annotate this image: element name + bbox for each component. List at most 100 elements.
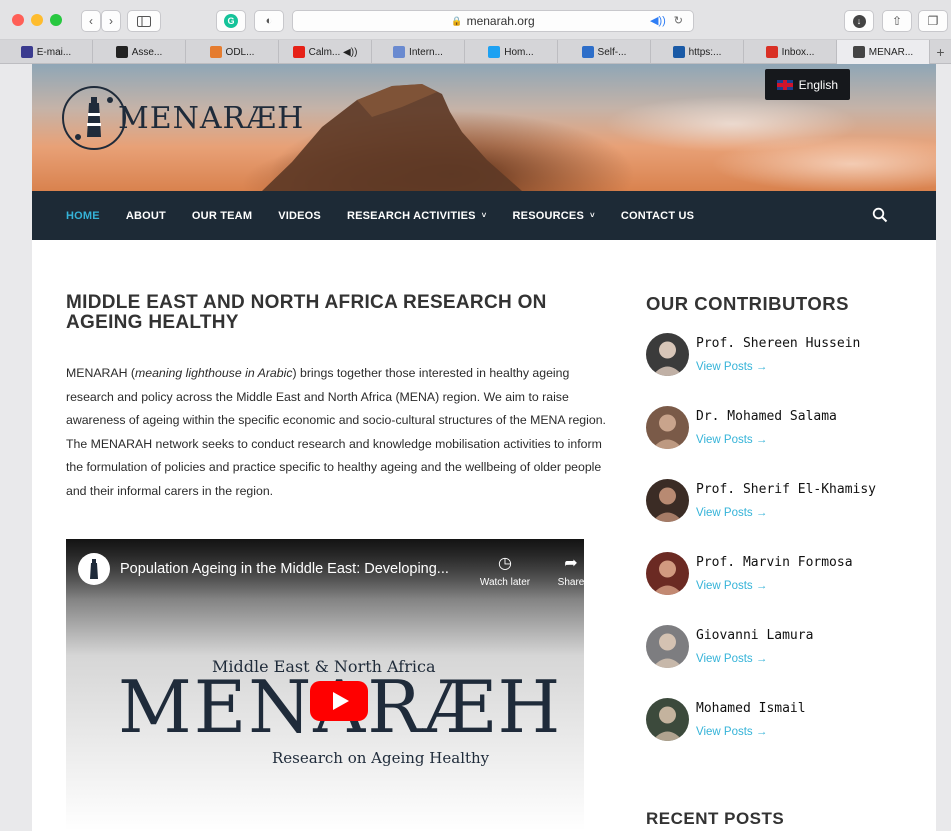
contributor-item: Prof. Shereen Hussein View Posts → [646,333,916,381]
audio-playing-icon[interactable]: ◀)) [650,14,666,27]
un-icon [672,46,685,58]
browser-tab[interactable]: Inbox... [744,40,837,64]
contributor-name[interactable]: Mohamed Ismail [696,701,806,716]
contributor-name[interactable]: Prof. Sherif El-Khamisy [696,482,876,497]
nav-item-about[interactable]: ABOUT [126,210,166,222]
browser-tab[interactable]: ODL... [186,40,279,64]
browser-tab[interactable]: Self-... [558,40,651,64]
browser-tab[interactable]: Asse... [93,40,186,64]
contributor-name[interactable]: Prof. Marvin Formosa [696,555,853,570]
close-window-button[interactable] [12,14,24,26]
nav-item-contact-us[interactable]: CONTACT US [621,210,694,222]
search-icon[interactable] [872,207,888,223]
sidebar-toggle-button[interactable] [127,10,161,32]
nav-item-label: RESOURCES [512,209,585,222]
nav-item-videos[interactable]: VIDEOS [278,210,321,222]
browser-tab[interactable]: MENAR... [837,40,930,64]
share-button[interactable]: ⇧ [882,10,912,32]
browser-tab[interactable]: E-mai... [0,40,93,64]
tabs-icon: ❐ [927,14,939,28]
nav-item-research-activities[interactable]: RESEARCH ACTIVITIES ˅ [347,210,487,222]
view-posts-link[interactable]: View Posts → [696,361,767,373]
browser-tab[interactable]: https:... [651,40,744,64]
contributors-title: OUR CONTRIBUTORS [646,293,849,314]
view-posts-link[interactable]: View Posts → [696,653,767,665]
watch-later-label: Watch later [479,577,531,588]
browser-tab[interactable]: Intern... [372,40,465,64]
tab-label: Self-... [597,46,627,58]
avatar[interactable] [646,333,689,376]
nav-item-label: VIDEOS [278,209,321,222]
downloads-button[interactable]: ↓ [844,10,874,32]
channel-avatar[interactable] [78,553,110,585]
view-posts-link[interactable]: View Posts → [696,726,767,738]
o-icon [209,46,222,58]
minimize-window-button[interactable] [31,14,43,26]
youtube-embed[interactable]: Population Ageing in the Middle East: De… [66,539,584,831]
address-bar[interactable]: 🔒 menarah.org ◀)) ↻ [292,10,694,32]
intro-paragraph: MENARAH (meaning lighthouse in Arabic) b… [66,362,616,503]
tab-label: ODL... [225,46,255,58]
language-label: English [798,77,838,92]
shield-icon: ◐ [265,15,273,27]
youtube-icon [292,46,305,58]
chevron-down-icon: ˅ [590,211,595,220]
grammarly-icon: G [224,14,238,28]
twitter-icon [488,46,501,58]
privacy-shield-button[interactable]: ◐ [254,10,284,32]
clock-icon: ◷ [498,555,512,572]
nav-item-label: RESEARCH ACTIVITIES [346,209,476,222]
play-button[interactable] [310,681,368,721]
lighthouse-icon [852,46,865,58]
view-posts-link[interactable]: View Posts → [696,434,767,446]
gmail-icon [765,46,778,58]
chevron-left-icon: ‹ [89,14,93,28]
avatar[interactable] [646,698,689,741]
chevron-right-icon: › [109,14,113,28]
contributor-name[interactable]: Prof. Shereen Hussein [696,336,860,351]
tab-label: MENAR... [868,46,914,58]
nav-item-our-team[interactable]: OUR TEAM [192,210,252,222]
tab-label: Inbox... [781,46,815,58]
nav-item-home[interactable]: HOME [66,210,100,222]
avatar[interactable] [646,625,689,668]
reload-icon[interactable]: ↻ [674,14,683,27]
avatar[interactable] [646,406,689,449]
uk-flag-icon [776,79,793,90]
tab-label: Calm... ◀)) [308,46,358,58]
view-posts-link[interactable]: View Posts → [696,507,767,519]
view-posts-link[interactable]: View Posts → [696,580,767,592]
share-video-button[interactable]: ➦ Share [536,553,584,588]
watch-later-button[interactable]: ◷ Watch later [470,553,540,588]
ox-icon [20,46,33,58]
nav-item-label: HOME [66,209,100,222]
intro-rest: ) brings together those interested in he… [66,366,606,498]
contributor-name[interactable]: Dr. Mohamed Salama [696,409,837,424]
lock-icon: 🔒 [451,15,463,26]
grammarly-extension-button[interactable]: G [216,10,246,32]
contributor-name[interactable]: Giovanni Lamura [696,628,813,643]
video-title[interactable]: Population Ageing in the Middle East: De… [120,561,449,577]
logo-text: MENARÆH [118,100,305,136]
lighthouse-icon [90,559,98,579]
nav-item-resources[interactable]: RESOURCES ˅ [513,210,595,222]
browser-tab[interactable]: Calm... ◀)) [279,40,372,64]
site-logo[interactable]: MENARÆH [62,86,304,150]
browser-toolbar: ‹ › G ◐ 🔒 menarah.org ◀)) ↻ ↓ ⇧ ❐ [0,0,951,40]
tab-label: E-mai... [36,46,72,58]
grid-icon [115,46,128,58]
zoom-window-button[interactable] [50,14,62,26]
forward-button[interactable]: › [101,10,121,32]
avatar[interactable] [646,552,689,595]
tab-overview-button[interactable]: ❐ [918,10,948,32]
avatar[interactable] [646,479,689,522]
lighthouse-logo-icon [62,86,126,150]
contributor-item: Prof. Marvin Formosa View Posts → [646,552,916,600]
url-text: menarah.org [466,14,535,28]
language-switcher[interactable]: English [764,69,850,100]
tab-label: Intern... [409,46,443,58]
new-tab-button[interactable]: + [930,40,951,63]
browser-tab[interactable]: Hom... [465,40,558,64]
nav-item-label: ABOUT [125,209,166,222]
back-button[interactable]: ‹ [81,10,101,32]
